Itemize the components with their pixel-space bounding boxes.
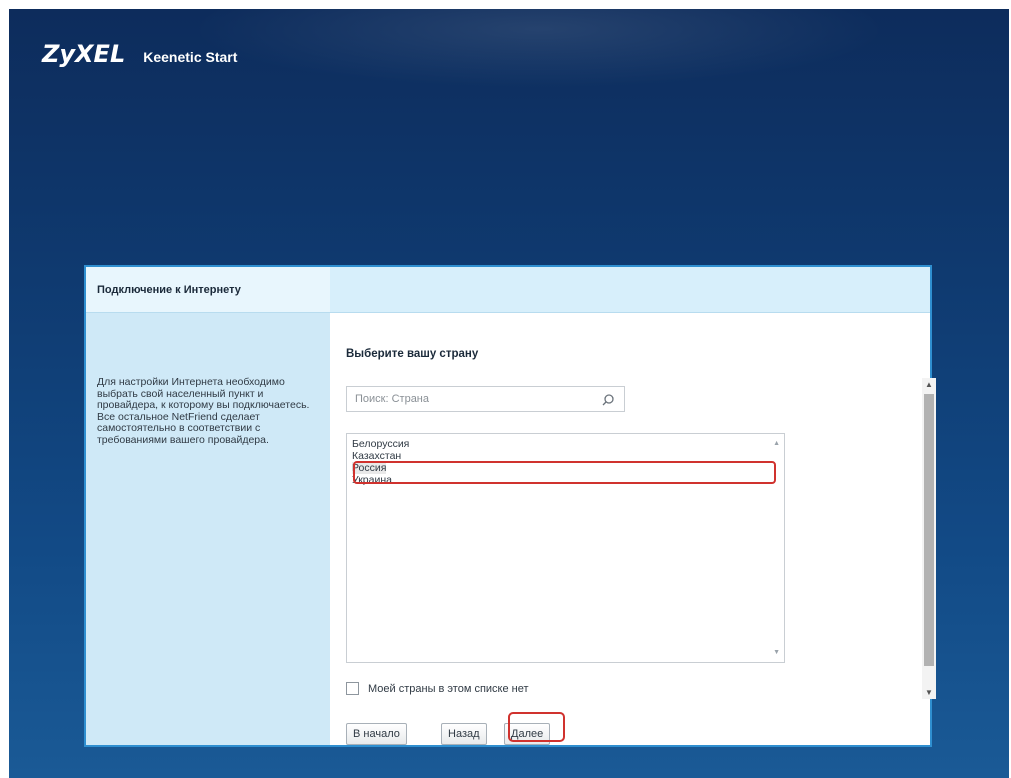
sidebar: Подключение к Интернету Для настройки Ин… [86,267,330,745]
sidebar-description: Для настройки Интернета необходимо выбра… [97,376,310,446]
list-scroll-down-icon[interactable]: ▼ [773,649,780,656]
tab-internet-connection[interactable]: Подключение к Интернету [86,267,330,313]
list-scroll-up-icon[interactable]: ▲ [773,440,780,447]
back-button[interactable]: Назад [441,723,487,745]
list-item[interactable]: Белоруссия [352,438,409,450]
selection-highlight-annotation [353,461,776,484]
start-button[interactable]: В начало [346,723,407,745]
background-glow [189,9,889,89]
main-content: Выберите вашу страну Поиск: Страна Белор… [330,313,930,745]
brand-logo: ZyXEL [42,40,126,68]
not-in-list-checkbox[interactable] [346,682,359,695]
search-input[interactable]: Поиск: Страна [346,386,625,412]
setup-wizard-dialog: Подключение к Интернету Для настройки Ин… [84,265,932,747]
scrollbar-thumb[interactable] [924,394,934,666]
product-name: Keenetic Start [143,49,238,65]
search-placeholder: Поиск: Страна [355,393,430,405]
search-icon[interactable] [601,393,615,407]
logo: ZyXEL Keenetic Start [42,40,237,68]
scroll-up-icon[interactable]: ▲ [925,380,933,389]
next-button-highlight-annotation [508,712,565,742]
not-in-list-label: Моей страны в этом списке нет [368,682,529,695]
page-scrollbar[interactable]: ▲ ▼ [922,378,936,699]
page-title: Выберите вашу страну [346,348,479,360]
scroll-down-icon[interactable]: ▼ [925,688,933,697]
not-in-list-option[interactable]: Моей страны в этом списке нет [346,682,529,695]
